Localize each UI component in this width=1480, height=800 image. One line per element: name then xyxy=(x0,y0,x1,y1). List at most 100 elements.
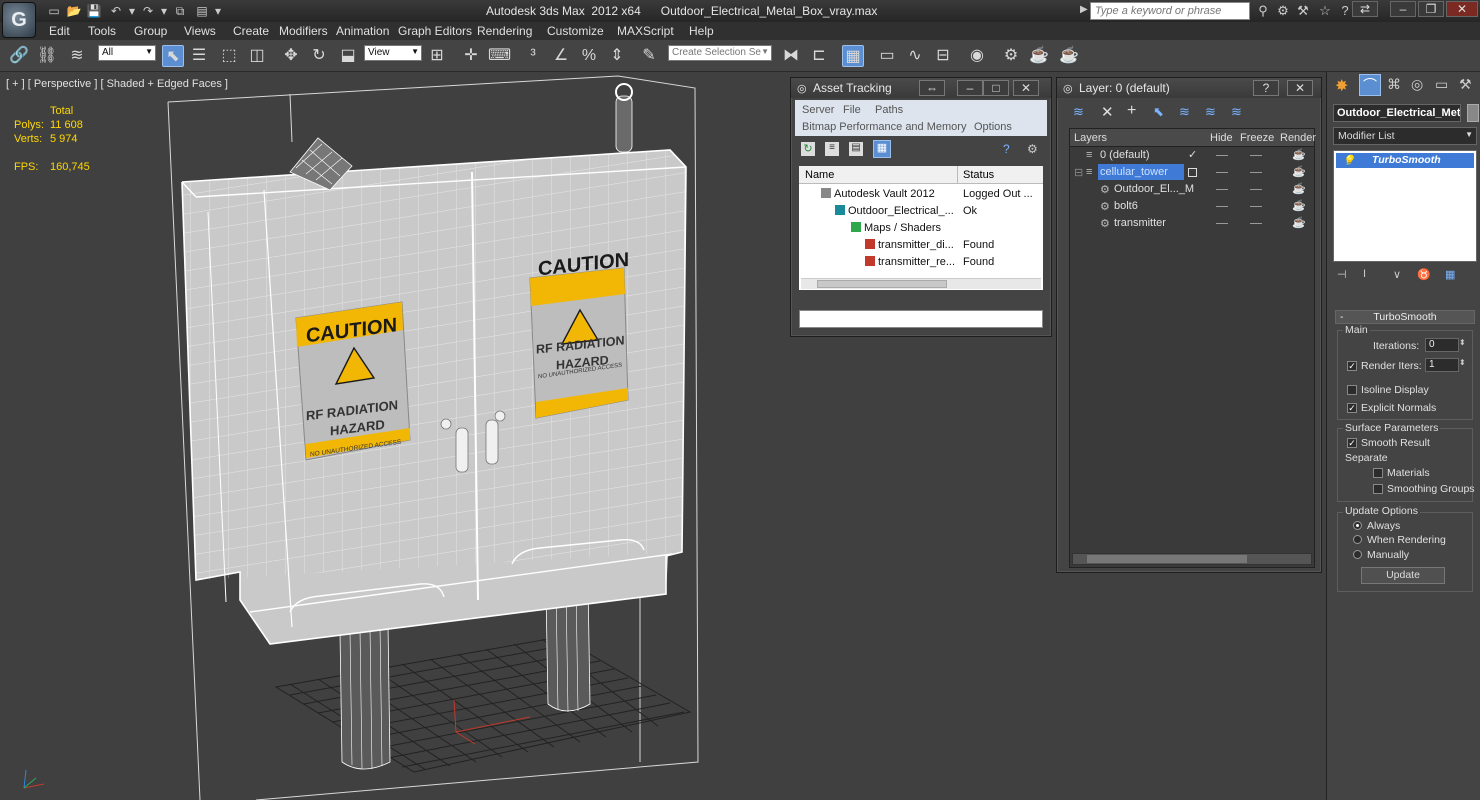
render-teapot-icon[interactable]: ☕ xyxy=(1292,182,1306,195)
col-layers[interactable]: Layers xyxy=(1074,132,1107,144)
expand-arrow-icon[interactable]: ▶ xyxy=(1080,4,1088,15)
search-input[interactable]: Type a keyword or phrase xyxy=(1090,2,1250,20)
communication-icon[interactable]: ⚒ xyxy=(1294,3,1312,19)
update-button[interactable]: Update xyxy=(1361,567,1445,584)
new-file-icon[interactable]: ▭ xyxy=(46,3,62,19)
hide-all-icon[interactable]: ≋ xyxy=(1205,104,1216,120)
close-button[interactable]: ✕ xyxy=(1446,1,1478,17)
binoculars-icon[interactable]: ⚲ xyxy=(1254,3,1272,19)
menu-customize[interactable]: Customize xyxy=(547,24,604,38)
freeze-toggle[interactable] xyxy=(1250,155,1262,156)
configure-sets-icon[interactable]: ▦ xyxy=(1445,268,1455,281)
pin-stack-icon[interactable]: ⊣ xyxy=(1337,268,1347,281)
scale-icon[interactable]: ⬓ xyxy=(337,45,359,67)
layer-manager-icon[interactable]: ▦ xyxy=(842,45,864,67)
menu-bitmap-performance[interactable]: Bitmap Performance and Memory xyxy=(802,121,966,133)
table-row[interactable]: transmitter_re... Found xyxy=(799,254,1043,271)
stack-item-turbosmooth[interactable]: 💡 TurboSmooth xyxy=(1336,153,1474,168)
layer-close-button[interactable]: ✕ xyxy=(1287,80,1313,96)
hierarchy-tab-icon[interactable]: ⌘ xyxy=(1387,76,1401,93)
hide-toggle[interactable] xyxy=(1216,223,1228,224)
table-row[interactable]: transmitter_di... Found xyxy=(799,237,1043,254)
menu-rendering[interactable]: Rendering xyxy=(477,24,532,38)
rollout-turbosmooth-header[interactable]: - TurboSmooth xyxy=(1335,310,1475,324)
menu-edit[interactable]: Edit xyxy=(49,24,70,38)
grid-view-icon[interactable]: ▦ xyxy=(873,140,891,158)
selection-filter-dropdown[interactable]: All ▼ xyxy=(98,45,156,61)
exchange-apps-icon[interactable]: ⇄ xyxy=(1352,1,1378,17)
col-hide[interactable]: Hide xyxy=(1210,132,1233,144)
layer-help-button[interactable]: ? xyxy=(1253,80,1279,96)
named-selection-sets-dropdown[interactable]: Create Selection Se ▼ xyxy=(668,45,772,61)
layer-row-object[interactable]: ⚙ Outdoor_El..._M ☕ xyxy=(1072,181,1314,198)
col-status[interactable]: Status xyxy=(963,169,994,181)
select-by-name-icon[interactable]: ☰ xyxy=(188,45,210,67)
col-render[interactable]: Render xyxy=(1280,132,1316,144)
help-icon[interactable]: ? xyxy=(1003,142,1010,156)
angle-snap-icon[interactable]: ∠ xyxy=(550,45,572,67)
quick-access-dropdown-icon[interactable]: ▾ xyxy=(210,3,226,19)
render-iters-spinner[interactable]: 1 xyxy=(1425,358,1459,372)
render-teapot-icon[interactable]: ☕ xyxy=(1292,148,1306,161)
project-folder-icon[interactable]: ▤ xyxy=(194,3,210,19)
select-object-icon[interactable]: ⬉ xyxy=(162,45,184,67)
dock-icon[interactable]: ⇔ xyxy=(919,80,945,96)
collapse-icon[interactable]: - xyxy=(1340,311,1344,323)
undo-dropdown-icon[interactable]: ▾ xyxy=(124,3,140,19)
layer-manager-titlebar[interactable]: ◎ Layer: 0 (default) ? ✕ xyxy=(1057,78,1321,98)
favorites-star-icon[interactable]: ☆ xyxy=(1316,3,1334,19)
update-always-radio[interactable] xyxy=(1353,521,1362,530)
layer-row-object[interactable]: ⚙ transmitter ☕ xyxy=(1072,215,1314,232)
col-name[interactable]: Name xyxy=(805,169,834,181)
table-view-icon[interactable]: ▤ xyxy=(849,142,863,156)
hide-toggle[interactable] xyxy=(1216,206,1228,207)
pivot-center-icon[interactable]: ⊞ xyxy=(426,45,448,67)
render-iters-checkbox[interactable]: ✓ xyxy=(1347,361,1357,371)
save-file-icon[interactable]: 💾 xyxy=(86,3,102,19)
materials-checkbox[interactable] xyxy=(1373,468,1383,478)
motion-tab-icon[interactable]: ◎ xyxy=(1411,76,1423,93)
material-editor-icon[interactable]: ◉ xyxy=(966,45,988,67)
set-current-box[interactable] xyxy=(1188,168,1197,177)
delete-layer-icon[interactable]: ✕ xyxy=(1101,103,1114,121)
graphite-ribbon-icon[interactable]: ▭ xyxy=(876,45,898,67)
render-teapot-icon[interactable]: ☕ xyxy=(1292,199,1306,212)
collapse-toggle-icon[interactable]: ⊟ xyxy=(1074,166,1083,179)
select-manipulate-icon[interactable]: ✛ xyxy=(460,45,482,67)
modifier-list-dropdown[interactable]: Modifier List ▼ xyxy=(1333,127,1477,145)
render-setup-icon[interactable]: ⚙ xyxy=(1000,45,1022,67)
menu-views[interactable]: Views xyxy=(184,24,216,38)
app-logo[interactable]: G xyxy=(2,2,36,38)
menu-tools[interactable]: Tools xyxy=(88,24,116,38)
menu-create[interactable]: Create xyxy=(233,24,269,38)
select-objects-icon[interactable]: ⬉ xyxy=(1153,104,1164,120)
freeze-toggle[interactable] xyxy=(1250,189,1262,190)
freeze-toggle[interactable] xyxy=(1250,206,1262,207)
col-freeze[interactable]: Freeze xyxy=(1240,132,1274,144)
table-row[interactable]: Autodesk Vault 2012 Logged Out ... xyxy=(799,186,1043,203)
rotate-icon[interactable]: ↻ xyxy=(308,45,330,67)
refresh-icon[interactable]: ↻ xyxy=(801,142,815,156)
spinner-arrows-icon[interactable]: ⬍ xyxy=(1459,358,1466,367)
display-tab-icon[interactable]: ▭ xyxy=(1435,76,1448,93)
spinner-snap-icon[interactable]: ⇕ xyxy=(606,45,628,67)
menu-maxscript[interactable]: MAXScript xyxy=(617,24,674,38)
hide-toggle[interactable] xyxy=(1216,189,1228,190)
undo-icon[interactable]: ↶ xyxy=(108,3,124,19)
freeze-toggle[interactable] xyxy=(1250,223,1262,224)
create-tab-icon[interactable]: ✸ xyxy=(1335,76,1348,96)
render-teapot-icon[interactable]: ☕ xyxy=(1292,165,1306,178)
panel-maximize-button[interactable]: □ xyxy=(983,80,1009,96)
menu-help[interactable]: Help xyxy=(689,24,714,38)
list-view-icon[interactable]: ≡ xyxy=(825,142,839,156)
smooth-result-checkbox[interactable]: ✓ xyxy=(1347,438,1357,448)
redo-icon[interactable]: ↷ xyxy=(140,3,156,19)
explicit-normals-checkbox[interactable]: ✓ xyxy=(1347,403,1357,413)
percent-snap-icon[interactable]: % xyxy=(578,45,600,67)
menu-file[interactable]: File xyxy=(843,104,861,116)
unlink-icon[interactable]: ⛓ xyxy=(36,45,58,67)
scrollbar-thumb[interactable] xyxy=(817,280,947,288)
hold-icon[interactable]: ⧉ xyxy=(172,3,188,19)
bind-space-warp-icon[interactable]: ≋ xyxy=(66,45,88,67)
bulb-icon[interactable]: 💡 xyxy=(1342,154,1355,167)
